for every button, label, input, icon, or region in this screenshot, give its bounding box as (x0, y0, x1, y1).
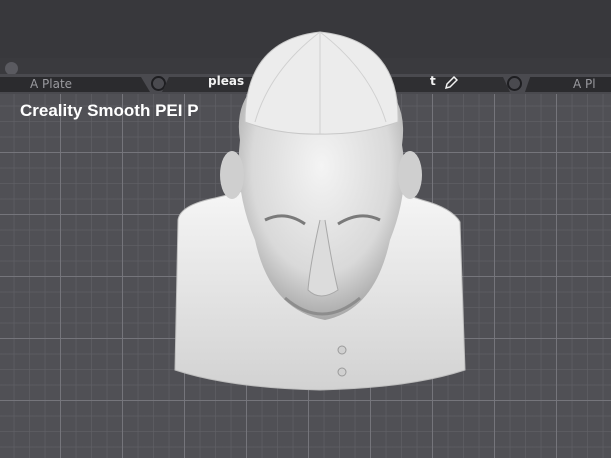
plate-tab-right[interactable]: A Pl (525, 77, 611, 92)
plate-tab-left-label: A Plate (30, 77, 73, 91)
bust-model[interactable] (160, 10, 480, 395)
plate-tab-left[interactable]: A Plate (0, 77, 150, 92)
plate-settings-icon-right[interactable] (507, 76, 522, 91)
plate-tab-right-label: A Pl (573, 77, 596, 91)
